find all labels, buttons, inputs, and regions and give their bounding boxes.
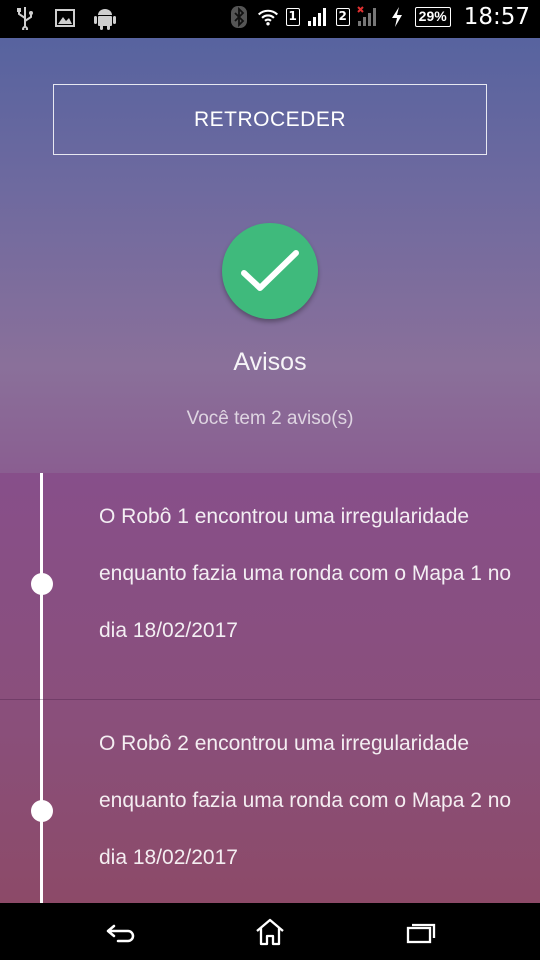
signal-icon [307,4,329,30]
back-button[interactable]: RETROCEDER [53,84,487,155]
app-screen: RETROCEDER Avisos Você tem 2 aviso(s) O … [0,38,540,903]
system-icons: 1 2 29% 18:57 [228,4,530,30]
notice-list: O Robô 1 encontrou uma irregularidade en… [0,473,540,903]
list-item[interactable]: O Robô 1 encontrou uma irregularidade en… [0,473,540,698]
notice-text: O Robô 2 encontrou uma irregularidade en… [99,732,512,869]
sim1-badge: 1 [285,8,300,26]
notice-text: O Robô 1 encontrou uma irregularidade en… [99,505,512,642]
usb-icon [14,5,36,31]
battery-level: 29% [414,7,451,27]
bluetooth-icon [228,4,250,30]
navigation-bar [0,903,540,960]
notification-icons [14,5,116,31]
timeline-dot [31,573,53,595]
notice-count: Você tem 2 aviso(s) [186,408,354,429]
timeline-dot [31,800,53,822]
check-icon [222,223,318,319]
android-icon [94,5,116,31]
charging-icon [386,4,408,30]
home-icon[interactable] [254,917,286,947]
clock: 18:57 [463,4,530,30]
sim2-badge: 2 [335,8,350,26]
page-title: Avisos [233,348,307,376]
gallery-icon [54,5,76,31]
recent-apps-icon[interactable] [404,917,436,947]
list-item[interactable]: O Robô 2 encontrou uma irregularidade en… [0,699,540,903]
status-bar: 1 2 29% 18:57 [0,0,540,38]
back-icon[interactable] [104,917,136,947]
wifi-icon [257,4,279,30]
signal-icon [356,4,379,30]
